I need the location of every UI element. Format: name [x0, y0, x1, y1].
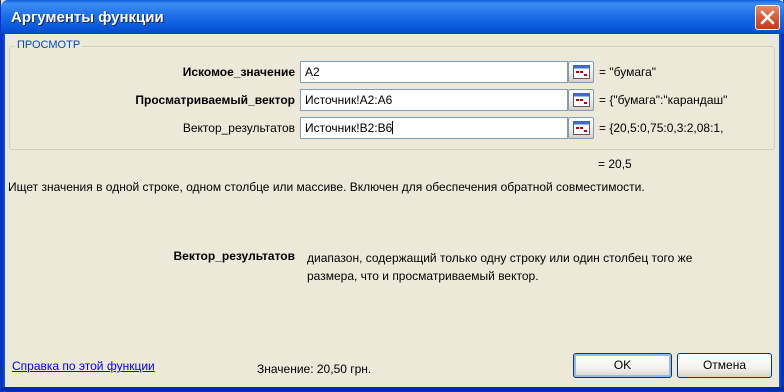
arg-result-lookup-value: = "бумага" [599, 65, 657, 79]
value-label: Значение: 20,50 грн. [257, 362, 372, 376]
arg-label-result-vector: Вектор_результатов [182, 121, 295, 135]
ok-button[interactable]: OK [573, 353, 672, 378]
arg-label-lookup-vector: Просматриваемый_вектор [135, 93, 295, 107]
arg-input-lookup-value-text: A2 [305, 65, 320, 79]
title-bar[interactable]: Аргументы функции [1, 0, 784, 34]
window-frame-bottom [1, 387, 784, 391]
cancel-button[interactable]: Отмена [677, 353, 772, 378]
arg-input-lookup-value[interactable]: A2 [300, 61, 568, 83]
arg-input-lookup-vector[interactable]: Источник!A2:A6 [300, 89, 568, 111]
arg-result-lookup-vector: = {"бумага":"карандаш" [599, 93, 728, 107]
arg-input-result-vector-text: Источник!B2:B6 [305, 121, 393, 135]
help-link[interactable]: Справка по этой функции [12, 359, 155, 373]
window-frame-right [779, 34, 783, 392]
function-arguments-dialog: Аргументы функции ПРОСМОТР Искомое_значе… [0, 0, 784, 392]
formula-result: = 20,5 [598, 157, 632, 171]
dialog-title: Аргументы функции [11, 9, 164, 26]
preview-group-legend: ПРОСМОТР [15, 39, 83, 51]
param-name: Вектор_результатов [173, 249, 295, 263]
function-description: Ищет значения в одной строке, одном стол… [8, 180, 645, 194]
arg-label-lookup-value: Искомое_значение [182, 65, 295, 79]
arg-result-result-vector: = {20,5:0,75:0,3:2,08:1, [599, 121, 724, 135]
arg-input-result-vector[interactable]: Источник!B2:B6 [300, 117, 568, 139]
arg-input-lookup-vector-text: Источник!A2:A6 [305, 93, 393, 107]
collapse-dialog-button-lookup-vector[interactable] [568, 89, 594, 111]
collapse-dialog-button-result-vector[interactable] [568, 117, 594, 139]
close-button[interactable] [755, 5, 780, 30]
window-frame-left [1, 34, 5, 392]
collapse-dialog-button-lookup-value[interactable] [568, 61, 594, 83]
text-caret [392, 121, 394, 134]
param-description: диапазон, содержащий только одну строку … [307, 251, 693, 283]
